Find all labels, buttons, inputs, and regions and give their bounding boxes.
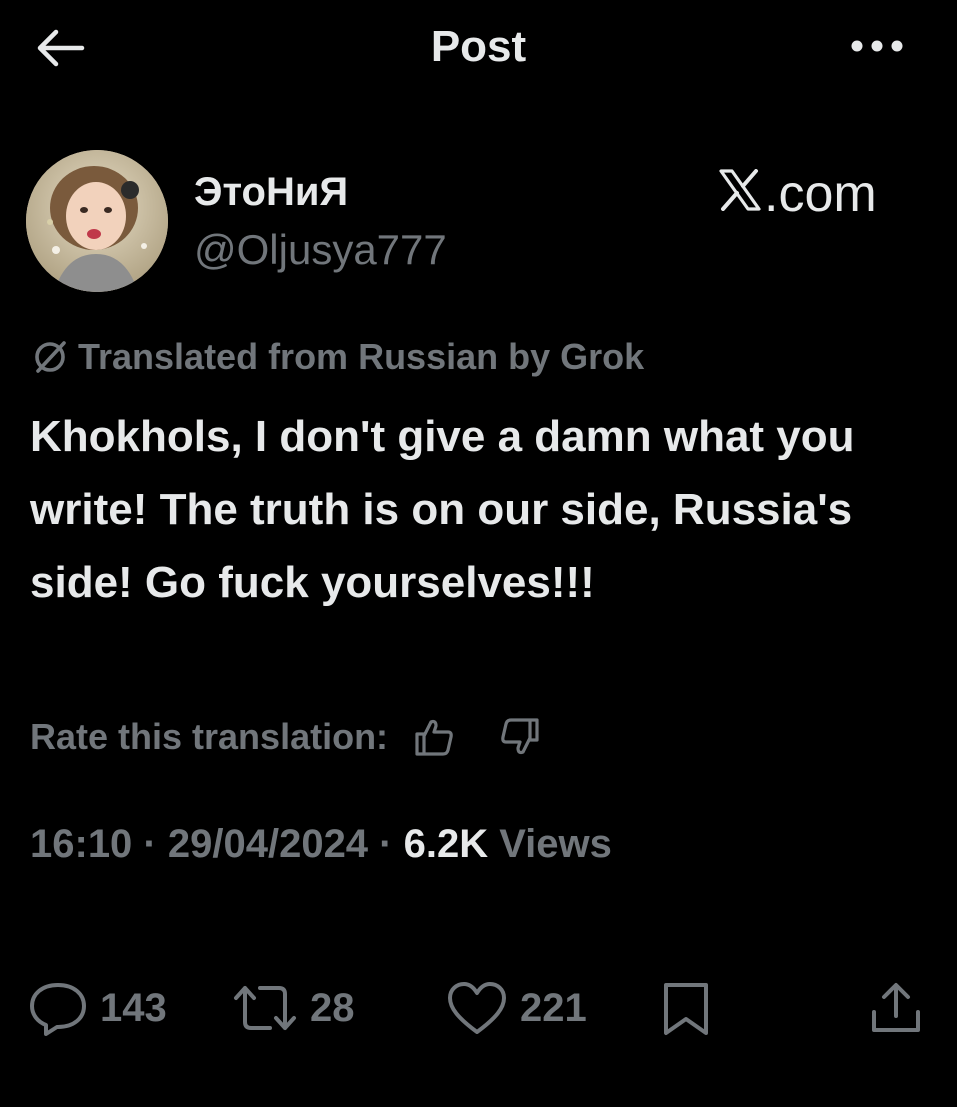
- back-button[interactable]: [30, 22, 90, 74]
- page-title: Post: [430, 22, 527, 71]
- share-icon: [872, 983, 920, 1032]
- bookmark-icon: [664, 983, 708, 1035]
- thumbs-down-icon: [501, 718, 539, 755]
- meta-separator: ·: [132, 822, 168, 866]
- reply-button[interactable]: 143: [28, 978, 167, 1038]
- meta-separator: ·: [368, 822, 404, 866]
- more-horizontal-icon: [851, 40, 903, 52]
- post-text: Khokhols, I don't give a damn what you w…: [30, 412, 855, 607]
- repost-icon: [234, 986, 296, 1030]
- x-watermark: .com: [718, 164, 877, 224]
- like-count: 221: [520, 985, 587, 1030]
- rate-translation: Rate this translation:: [30, 714, 546, 760]
- rate-up-button[interactable]: [408, 714, 460, 760]
- repost-count: 28: [310, 985, 355, 1030]
- post-time[interactable]: 16:10: [30, 822, 132, 866]
- heart-icon: [448, 982, 506, 1034]
- reply-count: 143: [100, 985, 167, 1030]
- post-date[interactable]: 29/04/2024: [168, 822, 368, 866]
- display-name[interactable]: ЭтоНиЯ: [194, 170, 348, 215]
- thumbs-up-icon: [415, 719, 453, 756]
- rate-label: Rate this translation:: [30, 716, 389, 757]
- bookmark-button[interactable]: [660, 978, 712, 1038]
- views-label: Views: [488, 822, 612, 866]
- arrow-left-icon: [37, 29, 85, 67]
- translation-note-text: Translated from Russian by Grok: [78, 336, 645, 377]
- more-button[interactable]: [840, 26, 914, 66]
- post-page: Post ЭтоНиЯ @Oljusya777 .com Translated …: [0, 0, 957, 1107]
- reply-icon: [30, 983, 86, 1036]
- share-button[interactable]: [868, 978, 924, 1038]
- repost-button[interactable]: 28: [232, 978, 355, 1038]
- rate-down-button[interactable]: [494, 714, 546, 760]
- translate-slash-icon: [35, 341, 66, 373]
- post-meta: 16:10 · 29/04/2024 · 6.2K Views: [30, 822, 612, 867]
- watermark-domain: .com: [764, 165, 877, 223]
- x-logo-icon: [719, 169, 761, 211]
- avatar[interactable]: [26, 150, 168, 292]
- views-count[interactable]: 6.2K: [404, 822, 489, 866]
- like-button[interactable]: 221: [446, 978, 587, 1038]
- translation-note: Translated from Russian by Grok: [30, 336, 644, 378]
- user-handle[interactable]: @Oljusya777: [194, 226, 447, 274]
